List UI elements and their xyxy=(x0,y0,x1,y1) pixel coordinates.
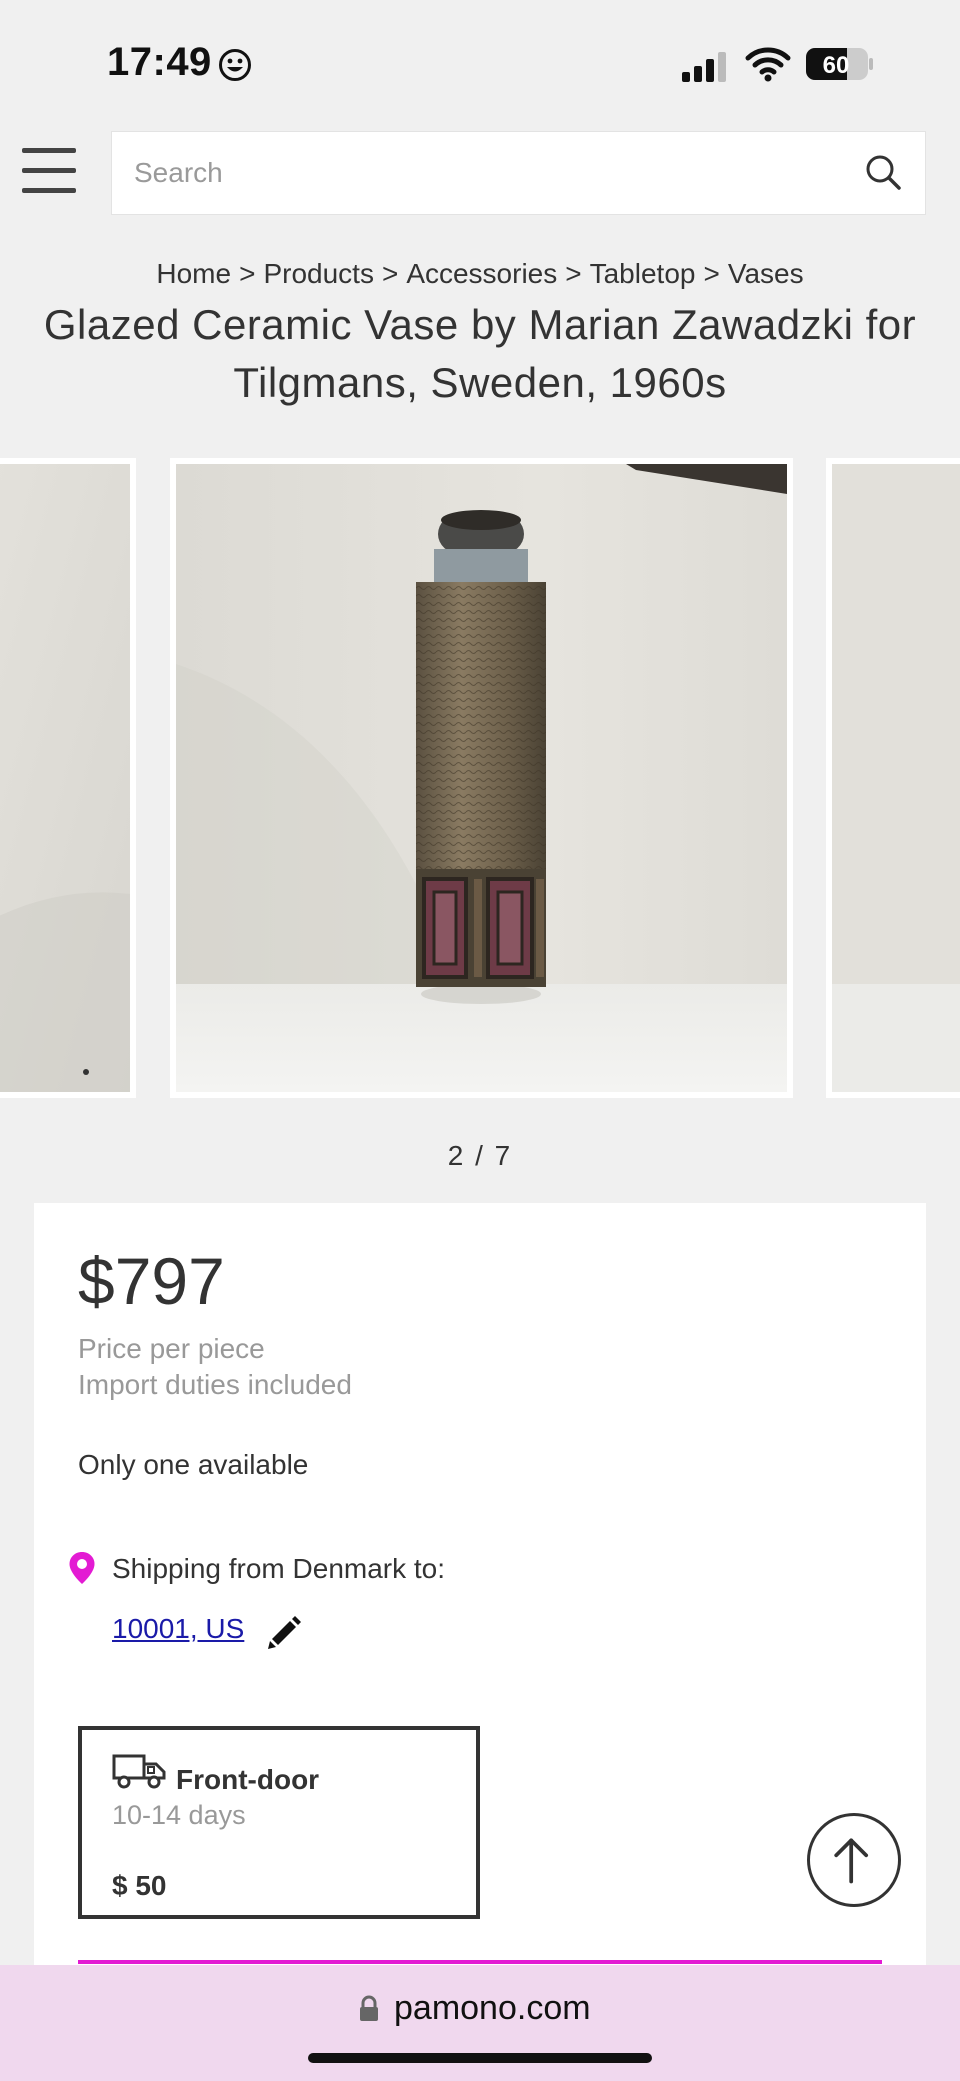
browser-address-bar[interactable]: pamono.com xyxy=(0,1965,960,2081)
price-per-piece-note: Price per piece xyxy=(78,1333,265,1364)
delivery-option-price: $ 50 xyxy=(112,1870,167,1901)
battery-icon: 60 xyxy=(806,48,873,80)
gallery-counter: 2 / 7 xyxy=(447,1140,513,1171)
smiley-icon xyxy=(219,49,251,81)
home-indicator[interactable] xyxy=(308,2053,652,2063)
breadcrumb-separator: > xyxy=(239,258,256,289)
vase-photo-next xyxy=(832,464,960,1092)
delivery-option-front-door[interactable]: Front-door 10-14 days $ 50 xyxy=(78,1726,480,1919)
product-title: Glazed Ceramic Vase by Marian Zawadzki f… xyxy=(43,301,917,406)
breadcrumb-separator: > xyxy=(565,258,582,289)
location-pin-icon xyxy=(69,1552,95,1584)
breadcrumb-home[interactable]: Home xyxy=(156,258,231,289)
purchase-card: $797 Price per piece Import duties inclu… xyxy=(34,1203,926,2003)
search-icon[interactable] xyxy=(863,152,903,192)
breadcrumb-products[interactable]: Products xyxy=(263,258,374,289)
breadcrumb-accessories[interactable]: Accessories xyxy=(406,258,557,289)
status-time: 17:49 xyxy=(107,40,212,84)
add-to-cart-button-edge[interactable] xyxy=(78,1960,882,1964)
wifi-icon xyxy=(745,47,791,82)
battery-level: 60 xyxy=(823,52,850,79)
status-bar: 17:49 60 xyxy=(0,0,960,120)
breadcrumb-vases[interactable]: Vases xyxy=(728,258,804,289)
gallery-slide-next[interactable] xyxy=(826,458,960,1098)
hamburger-menu-icon[interactable] xyxy=(22,148,76,196)
delivery-option-title: Front-door xyxy=(176,1764,320,1795)
product-gallery[interactable] xyxy=(0,458,960,1098)
breadcrumb-separator: > xyxy=(703,258,720,289)
shipping-destination-link[interactable]: 10001, US xyxy=(112,1613,244,1645)
search-input[interactable] xyxy=(134,132,834,214)
availability-text: Only one available xyxy=(78,1449,309,1480)
delivery-option-days: 10-14 days xyxy=(112,1800,246,1830)
url-text[interactable]: pamono.com xyxy=(394,1989,591,2028)
breadcrumb: Home > Products > Accessories > Tabletop > Vases xyxy=(0,258,960,290)
vase-photo-previous xyxy=(0,464,130,1092)
pencil-icon[interactable] xyxy=(266,1613,304,1651)
import-duties-note: Import duties included xyxy=(78,1369,352,1400)
vase-photo xyxy=(176,464,787,1092)
arrow-up-icon xyxy=(834,1838,869,1884)
breadcrumb-tabletop[interactable]: Tabletop xyxy=(590,258,696,289)
truck-icon xyxy=(112,1754,166,1789)
shipping-label: Shipping from Denmark to: xyxy=(112,1553,446,1584)
product-price: $797 xyxy=(78,1244,225,1318)
breadcrumb-separator: > xyxy=(381,258,399,289)
gallery-slide-previous[interactable] xyxy=(0,458,136,1098)
search-box xyxy=(111,131,926,215)
scroll-to-top-button[interactable] xyxy=(807,1813,901,1907)
lock-icon xyxy=(360,1995,378,2021)
cellular-signal-icon xyxy=(682,52,726,82)
gallery-slide-current[interactable] xyxy=(170,458,793,1098)
